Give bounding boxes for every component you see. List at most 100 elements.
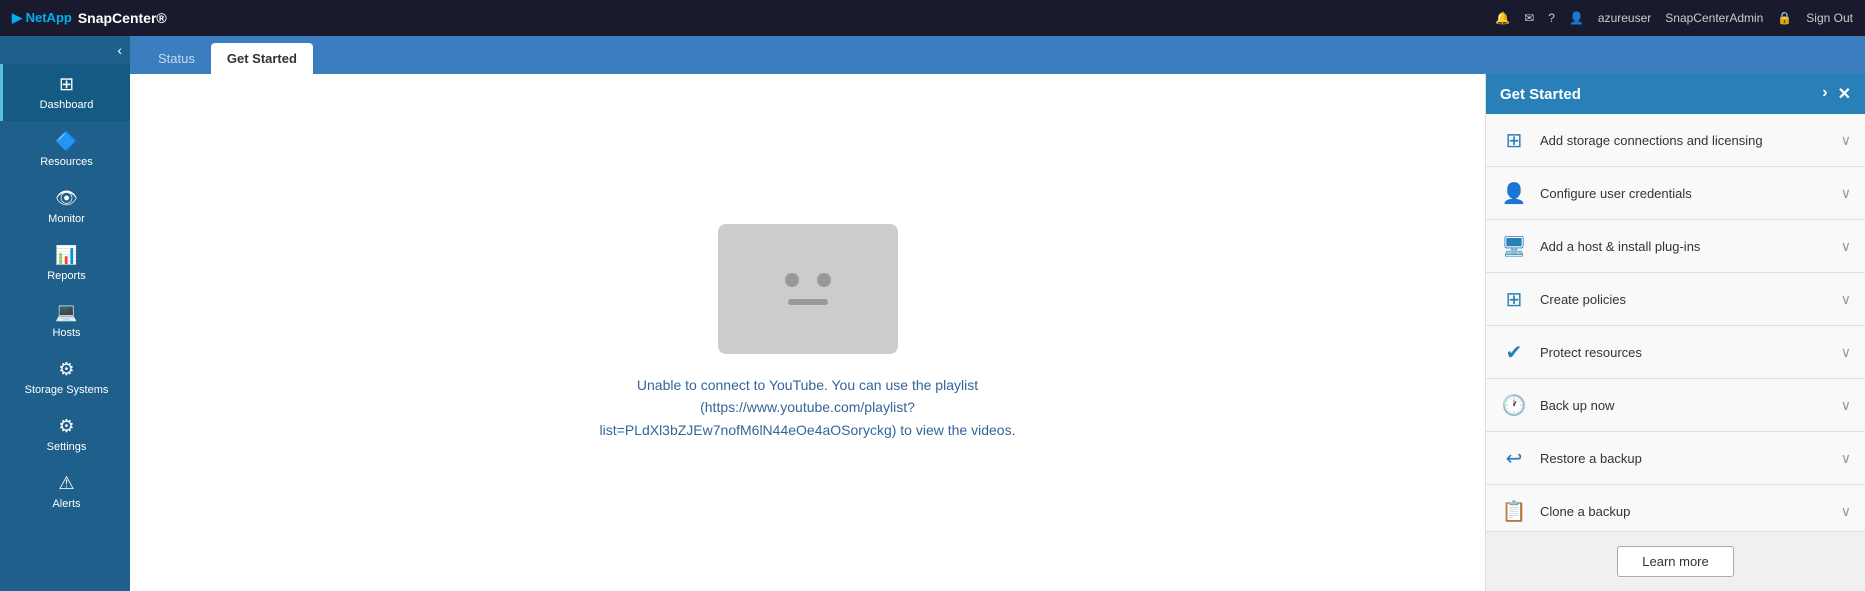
panel-item-left: 🖥 Add a host & install plug-ins [1500, 232, 1700, 260]
chevron-down-icon: ∨ [1841, 344, 1851, 361]
create-policies-icon: ⊞ [1500, 285, 1528, 313]
user-credentials-icon: 👤 [1500, 179, 1528, 207]
sidebar-item-storage[interactable]: ⚙ Storage Systems [0, 349, 130, 406]
sidebar-collapse: ‹ [0, 36, 130, 64]
panel-item-restore-backup[interactable]: ↩ Restore a backup ∨ [1486, 432, 1865, 485]
video-mouth [788, 299, 828, 305]
backup-now-icon: 🕐 [1500, 391, 1528, 419]
username-label[interactable]: azureuser [1598, 11, 1651, 25]
user-credentials-label: Configure user credentials [1540, 186, 1692, 201]
sidebar-item-label: Hosts [52, 327, 80, 339]
chevron-down-icon: ∨ [1841, 291, 1851, 308]
dashboard-icon: ⊞ [59, 74, 74, 95]
panel-item-protect-resources[interactable]: ✔ Protect resources ∨ [1486, 326, 1865, 379]
chevron-down-icon: ∨ [1841, 132, 1851, 149]
sidebar-item-resources[interactable]: 🔷 Resources [0, 121, 130, 178]
app-title: SnapCenter® [78, 10, 167, 26]
add-host-label: Add a host & install plug-ins [1540, 239, 1700, 254]
panel-header: Get Started › ✕ [1486, 74, 1865, 114]
panel-item-clone-backup[interactable]: 📋 Clone a backup ∨ [1486, 485, 1865, 531]
panel-header-controls: › ✕ [1822, 84, 1851, 104]
chevron-down-icon: ∨ [1841, 397, 1851, 414]
chevron-down-icon: ∨ [1841, 450, 1851, 467]
sidebar-item-reports[interactable]: 📊 Reports [0, 235, 130, 292]
tab-status[interactable]: Status [142, 43, 211, 74]
panel-item-backup-now[interactable]: 🕐 Back up now ∨ [1486, 379, 1865, 432]
clone-backup-icon: 📋 [1500, 497, 1528, 525]
storage-icon: ⚙ [58, 359, 74, 380]
protect-resources-icon: ✔ [1500, 338, 1528, 366]
sidebar-item-label: Storage Systems [25, 384, 109, 396]
sidebar-item-settings[interactable]: ⚙ Settings [0, 406, 130, 463]
chevron-down-icon: ∨ [1841, 238, 1851, 255]
clone-backup-label: Clone a backup [1540, 504, 1630, 519]
youtube-error-line3: list=PLdXl3bZJEw7nofM6lN44eOe4aOSoryckg)… [600, 422, 1016, 438]
panel-title: Get Started [1500, 86, 1581, 103]
notification-icon[interactable]: 🔔 [1495, 11, 1510, 25]
panel-expand-button[interactable]: › [1822, 84, 1827, 104]
youtube-placeholder: Unable to connect to YouTube. You can us… [600, 224, 1016, 441]
sidebar-item-hosts[interactable]: 💻 Hosts [0, 292, 130, 349]
panel-item-left: 🕐 Back up now [1500, 391, 1614, 419]
sidebar-item-alerts[interactable]: ⚠ Alerts [0, 463, 130, 520]
user-icon: 👤 [1569, 11, 1584, 25]
panel-item-storage-connections[interactable]: ⊞ Add storage connections and licensing … [1486, 114, 1865, 167]
protect-resources-label: Protect resources [1540, 345, 1642, 360]
youtube-error-line1: Unable to connect to YouTube. You can us… [637, 377, 978, 393]
panel-items-list: ⊞ Add storage connections and licensing … [1486, 114, 1865, 531]
panel-item-left: ✔ Protect resources [1500, 338, 1642, 366]
sidebar-item-label: Resources [40, 156, 93, 168]
sidebar-item-label: Settings [47, 441, 87, 453]
mail-icon[interactable]: ✉ [1524, 11, 1534, 25]
backup-now-label: Back up now [1540, 398, 1614, 413]
chevron-down-icon: ∨ [1841, 185, 1851, 202]
admin-label[interactable]: SnapCenterAdmin [1665, 11, 1763, 25]
top-bar-actions: 🔔 ✉ ? 👤 azureuser SnapCenterAdmin 🔒 Sign… [1495, 11, 1853, 25]
sidebar-item-label: Alerts [52, 498, 80, 510]
top-bar: ▶ NetApp SnapCenter® 🔔 ✉ ? 👤 azureuser S… [0, 0, 1865, 36]
panel-item-left: 📋 Clone a backup [1500, 497, 1630, 525]
create-policies-label: Create policies [1540, 292, 1626, 307]
netapp-logo: ▶ NetApp [12, 10, 72, 26]
tab-bar: Status Get Started [130, 36, 1865, 74]
sidebar: ‹ ⊞ Dashboard 🔷 Resources 👁 Monitor 📊 Re… [0, 36, 130, 591]
sidebar-collapse-button[interactable]: ‹ [117, 42, 122, 58]
lock-icon: 🔒 [1777, 11, 1792, 25]
panel-item-add-host[interactable]: 🖥 Add a host & install plug-ins ∨ [1486, 220, 1865, 273]
youtube-error-message: Unable to connect to YouTube. You can us… [600, 374, 1016, 441]
panel-item-user-credentials[interactable]: 👤 Configure user credentials ∨ [1486, 167, 1865, 220]
signout-button[interactable]: Sign Out [1806, 11, 1853, 25]
sidebar-item-label: Dashboard [40, 99, 94, 111]
hosts-icon: 💻 [55, 302, 77, 323]
top-bar-icons: 🔔 ✉ ? 👤 azureuser SnapCenterAdmin 🔒 Sign… [1495, 11, 1853, 25]
settings-icon: ⚙ [58, 416, 74, 437]
storage-connections-icon: ⊞ [1500, 126, 1528, 154]
tab-get-started[interactable]: Get Started [211, 43, 313, 74]
video-eye-left [785, 273, 799, 287]
alerts-icon: ⚠ [58, 473, 74, 494]
restore-backup-label: Restore a backup [1540, 451, 1642, 466]
sidebar-item-dashboard[interactable]: ⊞ Dashboard [0, 64, 130, 121]
restore-backup-icon: ↩ [1500, 444, 1528, 472]
sidebar-item-label: Reports [47, 270, 86, 282]
panel-item-left: ⊞ Create policies [1500, 285, 1626, 313]
learn-more-button[interactable]: Learn more [1617, 546, 1733, 577]
video-placeholder-box [718, 224, 898, 354]
panel-item-left: ↩ Restore a backup [1500, 444, 1642, 472]
panel-close-button[interactable]: ✕ [1838, 84, 1851, 104]
panel-item-create-policies[interactable]: ⊞ Create policies ∨ [1486, 273, 1865, 326]
resources-icon: 🔷 [55, 131, 77, 152]
help-icon[interactable]: ? [1548, 11, 1555, 25]
panel-item-left: 👤 Configure user credentials [1500, 179, 1692, 207]
video-eye-right [817, 273, 831, 287]
get-started-panel: Get Started › ✕ ⊞ Add storage connection… [1485, 74, 1865, 591]
chevron-down-icon: ∨ [1841, 503, 1851, 520]
sidebar-item-monitor[interactable]: 👁 Monitor [0, 178, 130, 235]
video-eyes [785, 273, 831, 287]
reports-icon: 📊 [55, 245, 77, 266]
panel-footer: Learn more [1486, 531, 1865, 591]
storage-connections-label: Add storage connections and licensing [1540, 133, 1763, 148]
youtube-error-line2: (https://www.youtube.com/playlist? [700, 399, 915, 415]
main-layout: ‹ ⊞ Dashboard 🔷 Resources 👁 Monitor 📊 Re… [0, 36, 1865, 591]
panel-item-left: ⊞ Add storage connections and licensing [1500, 126, 1763, 154]
